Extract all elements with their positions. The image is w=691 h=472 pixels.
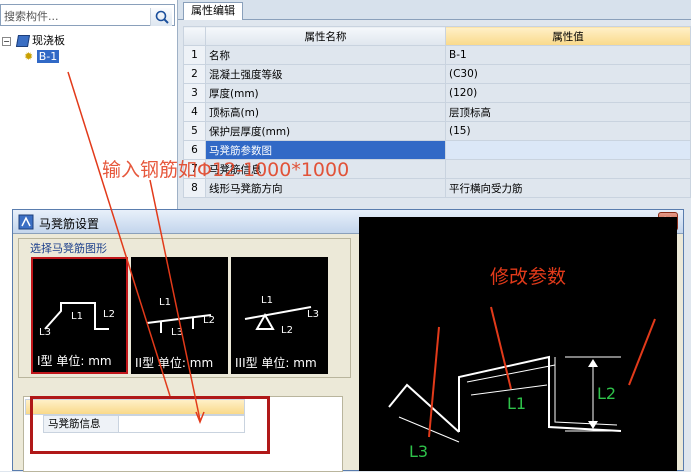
svg-text:L3: L3 — [39, 327, 51, 338]
property-name: 顶标高(m) — [205, 102, 446, 122]
row-index: 3 — [183, 83, 206, 103]
tree-child-label: B-1 — [36, 50, 60, 63]
header-property-name: 属性名称 — [205, 26, 446, 46]
collapse-icon[interactable]: − — [2, 36, 11, 46]
property-name: 厚度(mm) — [205, 83, 446, 103]
grid-corner — [183, 26, 206, 46]
slab-icon — [15, 35, 30, 47]
row-index: 4 — [183, 102, 206, 122]
svg-text:L2: L2 — [203, 315, 215, 326]
table-row[interactable]: 4 顶标高(m) 层顶标高 — [183, 102, 691, 122]
highlight-box — [30, 396, 270, 454]
table-row[interactable]: 1 名称 B-1 — [183, 45, 691, 65]
tree-node-root[interactable]: − 现浇板 — [2, 33, 65, 49]
type-3-caption: III型 单位: mm — [235, 356, 317, 370]
row-index: 1 — [183, 45, 206, 65]
shape-type-3[interactable]: L1 L3 L2 III型 单位: mm — [231, 257, 328, 374]
property-name: 保护层厚度(mm) — [205, 121, 446, 141]
property-value[interactable]: (15) — [445, 121, 691, 141]
property-value[interactable] — [445, 140, 691, 160]
property-value[interactable]: (120) — [445, 83, 691, 103]
preview-diagram: L1 L2 L3 — [388, 306, 656, 461]
preview-l3: L3 — [409, 442, 428, 461]
svg-text:L1: L1 — [71, 311, 83, 322]
tree-root-label: 现浇板 — [32, 34, 65, 47]
preview-l2: L2 — [597, 384, 616, 403]
property-value[interactable] — [445, 159, 691, 179]
property-value[interactable]: 层顶标高 — [445, 102, 691, 122]
property-name: 混凝土强度等级 — [205, 64, 446, 84]
annotation-input-hint: 输入钢筋如Φ12-1000*1000 — [102, 159, 350, 181]
svg-text:L2: L2 — [281, 325, 293, 336]
svg-text:L3: L3 — [307, 309, 319, 320]
property-name: 名称 — [205, 45, 446, 65]
header-property-value: 属性值 — [445, 26, 691, 46]
search-icon — [155, 10, 169, 24]
table-row[interactable]: 3 厚度(mm) (120) — [183, 83, 691, 103]
search-box[interactable]: 搜索构件... — [0, 4, 175, 26]
shape-preview: L1 L2 L3 — [359, 217, 677, 471]
dialog-title: 马凳筋设置 — [39, 217, 100, 231]
search-button[interactable] — [150, 8, 172, 26]
tab-bar — [178, 0, 691, 20]
row-index: 5 — [183, 121, 206, 141]
shape-group-label: 选择马凳筋图形 — [30, 242, 107, 255]
tab-property-edit[interactable]: 属性编辑 — [183, 2, 243, 20]
property-value[interactable]: B-1 — [445, 45, 691, 65]
app-icon — [18, 214, 34, 230]
search-input[interactable]: 搜索构件... — [4, 8, 59, 24]
annotation-modify-hint: 修改参数 — [490, 266, 567, 288]
preview-l1: L1 — [507, 394, 526, 413]
svg-text:L3: L3 — [171, 327, 183, 338]
type-2-caption: II型 单位: mm — [135, 356, 214, 370]
row-index: 2 — [183, 64, 206, 84]
shape-type-1[interactable]: L3 L1 L2 I型 单位: mm — [31, 257, 128, 374]
svg-text:L1: L1 — [261, 295, 273, 306]
table-row[interactable]: 5 保护层厚度(mm) (15) — [183, 121, 691, 141]
property-value[interactable]: (C30) — [445, 64, 691, 84]
shape-type-2[interactable]: L1 L2 L3 II型 单位: mm — [131, 257, 228, 374]
gear-icon: ✹ — [24, 50, 34, 63]
table-row[interactable]: 2 混凝土强度等级 (C30) — [183, 64, 691, 84]
tree-node-child[interactable]: ✹ B-1 — [24, 49, 60, 65]
type-1-caption: I型 单位: mm — [37, 354, 112, 368]
property-value[interactable]: 平行横向受力筋 — [445, 178, 691, 198]
svg-text:L2: L2 — [103, 309, 115, 320]
svg-text:L1: L1 — [159, 297, 171, 308]
